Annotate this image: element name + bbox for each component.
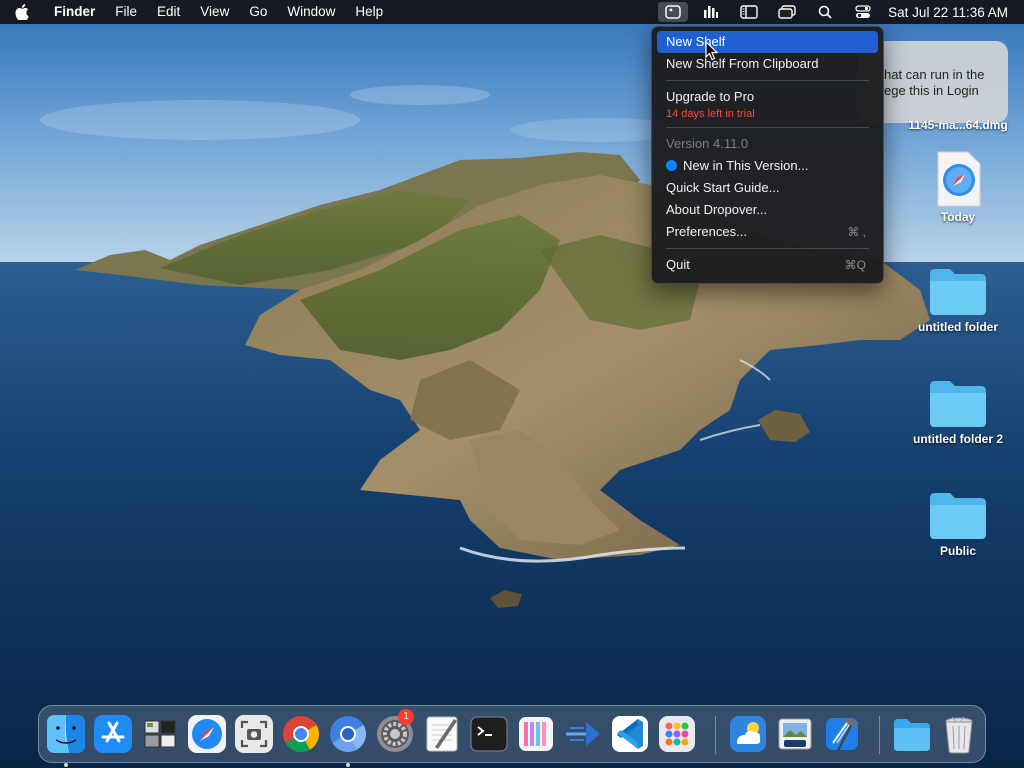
trash-icon	[945, 716, 973, 754]
notification-text-line2: ege this in Login	[884, 83, 979, 98]
menu-separator	[666, 127, 869, 128]
dock-finder[interactable]	[45, 713, 87, 767]
menu-edit[interactable]: Edit	[147, 0, 190, 24]
quit-shortcut: ⌘Q	[844, 258, 866, 272]
menu-item-quit[interactable]: Quit ⌘Q	[657, 254, 878, 276]
menu-help[interactable]: Help	[345, 0, 393, 24]
menu-item-quick-start-guide[interactable]: Quick Start Guide...	[657, 177, 878, 199]
menu-view[interactable]: View	[190, 0, 239, 24]
dock-system-preferences[interactable]: 1	[374, 709, 416, 755]
menu-item-preferences[interactable]: Preferences... ⌘ ,	[657, 221, 878, 243]
folder-icon	[930, 493, 986, 539]
dmg-label: 1145-ma...64.dmg	[908, 118, 1008, 132]
menu-separator	[666, 80, 869, 81]
menu-window[interactable]: Window	[277, 0, 345, 24]
preferences-shortcut: ⌘ ,	[847, 225, 866, 239]
menu-file[interactable]: File	[105, 0, 147, 24]
public-label: Public	[939, 544, 976, 558]
terminal-icon	[470, 716, 508, 752]
folder-icon	[894, 719, 930, 751]
menu-bar: Finder File Edit View Go Window Help Sat…	[0, 0, 1024, 24]
notification-text-line1: hat can run in the	[884, 67, 985, 82]
trial-remaining-text: 14 days left in trial	[666, 108, 755, 120]
spotlight-icon[interactable]	[806, 0, 844, 24]
stripes-icon	[519, 717, 553, 751]
desktop-item-dmg[interactable]: 1145-ma...64.dmg	[903, 116, 1013, 132]
apple-menu-icon[interactable]	[0, 0, 44, 24]
dock-launchpad[interactable]	[656, 713, 698, 755]
menu-item-about-dropover[interactable]: About Dropover...	[657, 199, 878, 221]
chromium-icon	[330, 716, 367, 753]
dock-dropover-push[interactable]	[562, 713, 604, 755]
dock-downloads-folder[interactable]	[891, 713, 933, 755]
folder-icon	[930, 269, 986, 315]
app-store-icon	[94, 715, 132, 753]
chrome-icon	[283, 716, 320, 753]
dropover-menu: New Shelf New Shelf From Clipboard Upgra…	[651, 26, 884, 284]
preview-icon	[778, 718, 812, 750]
desktop-item-today[interactable]: Today	[903, 150, 1013, 224]
notification-badge: 1	[398, 709, 414, 725]
push-arrow-icon	[566, 722, 600, 746]
blue-dot-icon	[666, 160, 677, 171]
mouse-cursor-icon	[705, 41, 719, 61]
menu-bar-clock[interactable]: Sat Jul 22 11:36 AM	[882, 5, 1024, 20]
weather-icon	[730, 716, 766, 752]
menu-item-new-shelf-from-clipboard[interactable]: New Shelf From Clipboard	[657, 53, 878, 75]
dock-screenshot[interactable]	[233, 713, 275, 755]
safari-document-icon	[937, 151, 981, 207]
today-label: Today	[940, 210, 976, 224]
dock-xcode[interactable]	[821, 713, 863, 755]
dock-weather[interactable]	[727, 713, 769, 755]
sidebar-icon[interactable]	[730, 0, 768, 24]
desktop-item-untitled-folder-2[interactable]: untitled folder 2	[903, 376, 1013, 446]
menu-go[interactable]: Go	[239, 0, 277, 24]
control-center-icon[interactable]	[844, 0, 882, 24]
dock-safari[interactable]	[186, 713, 228, 755]
safari-icon	[188, 715, 226, 753]
quit-label: Quit	[666, 257, 690, 272]
version-label: Version 4.11.0	[666, 136, 749, 151]
menu-item-new-shelf[interactable]: New Shelf	[657, 31, 878, 53]
dock-textedit[interactable]	[421, 713, 463, 755]
new-in-version-label: New in This Version...	[683, 158, 809, 173]
dock-separator	[715, 716, 716, 754]
untitled-folder-2-label: untitled folder 2	[913, 432, 1003, 446]
dock-desktop-manager[interactable]	[139, 713, 181, 755]
menu-finder[interactable]: Finder	[44, 0, 105, 24]
dock: 1	[38, 705, 986, 767]
dock-trash[interactable]	[938, 713, 980, 755]
menu-item-new-in-version[interactable]: New in This Version...	[657, 155, 878, 177]
dock-terminal[interactable]	[468, 713, 510, 755]
vscode-icon	[612, 716, 648, 752]
textedit-icon	[426, 716, 458, 752]
istat-icon[interactable]	[692, 0, 730, 24]
desktop-item-public[interactable]: Public	[903, 488, 1013, 558]
menu-item-upgrade-to-pro[interactable]: Upgrade to Pro	[657, 86, 878, 108]
desktop-item-untitled-folder[interactable]: untitled folder	[903, 264, 1013, 334]
menu-separator	[666, 248, 869, 249]
running-indicator	[64, 763, 68, 767]
dock-separator	[879, 716, 880, 754]
folder-icon	[930, 381, 986, 427]
dropover-icon[interactable]	[658, 2, 689, 22]
screenshot-icon	[235, 715, 273, 753]
dock-chromium[interactable]	[327, 713, 369, 767]
xcode-icon	[826, 717, 859, 751]
finder-icon	[47, 715, 85, 753]
dock-preview[interactable]	[774, 713, 816, 755]
dock-visual-studio-code[interactable]	[609, 713, 651, 755]
dock-stripe-board[interactable]	[515, 713, 557, 755]
dock-app-store[interactable]	[92, 713, 134, 755]
running-indicator	[346, 763, 350, 767]
untitled-folder-label: untitled folder	[918, 320, 998, 334]
dock-google-chrome[interactable]	[280, 713, 322, 755]
launchpad-icon	[659, 716, 695, 752]
preferences-label: Preferences...	[666, 224, 747, 239]
desktop-manager-icon	[144, 720, 176, 748]
windows-icon[interactable]	[768, 0, 806, 24]
